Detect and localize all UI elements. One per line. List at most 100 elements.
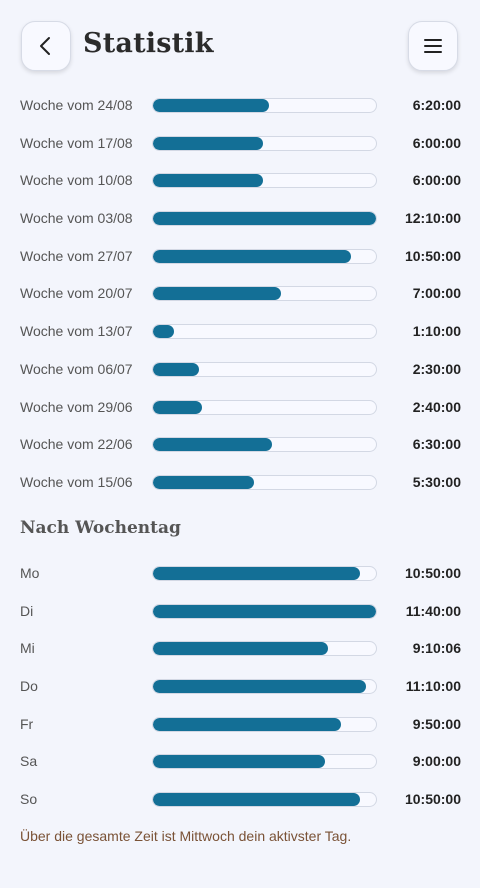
week-row: Woche vom 20/07 7:00:00 [0,275,480,313]
row-duration: 1:10:00 [412,323,461,340]
row-duration: 9:10:06 [412,640,461,657]
hamburger-menu-icon [424,39,442,53]
week-row: Woche vom 13/07 1:10:00 [0,313,480,351]
progress-fill [153,362,199,376]
week-row: Woche vom 15/06 5:30:00 [0,464,480,502]
progress-bar [152,474,377,490]
row-duration: 6:30:00 [412,436,461,453]
section-title-weekday: Nach Wochentag [20,518,181,538]
row-duration: 2:30:00 [412,360,461,377]
progress-fill [153,438,273,452]
app-header: Statistik [0,0,480,96]
progress-fill [153,99,269,112]
progress-fill [153,249,352,263]
progress-bar [152,173,377,189]
progress-fill [153,475,254,489]
week-row: Woche vom 03/08 12:10:00 [0,200,480,238]
weekly-stats-list: Woche vom 24/08 6:20:00 Woche vom 17/08 6:0… [0,87,480,502]
row-duration: 11:40:00 [405,602,461,619]
row-duration: 11:10:00 [405,678,461,695]
progress-fill [153,642,329,656]
progress-fill [153,212,376,226]
row-duration: 5:30:00 [412,473,461,490]
progress-fill [153,136,263,150]
weekday-row: Fr 9:50:00 [0,706,480,744]
row-duration: 10:50:00 [404,791,461,808]
progress-fill [153,400,202,414]
week-row: Woche vom 10/08 6:00:00 [0,162,480,200]
week-row: Woche vom 29/06 2:40:00 [0,389,480,427]
progress-bar [152,641,377,657]
progress-fill [153,174,263,188]
weekday-stats-list: Mo 10:50:00 Di 11:40:00 Mi 9:10:06 Do 11:10:00 F… [0,555,480,819]
progress-bar [152,135,377,151]
row-label: So [20,791,38,808]
row-label: Woche vom 29/06 [20,398,133,415]
back-button[interactable] [21,21,71,71]
row-duration: 9:00:00 [412,753,461,770]
progress-bar [152,324,377,340]
row-label: Woche vom 27/07 [20,247,133,264]
row-label: Woche vom 24/08 [20,97,133,113]
chevron-left-icon [40,37,50,55]
progress-bar [152,399,377,415]
weekday-row: Mo 10:50:00 [0,555,480,593]
row-label: Woche vom 22/06 [20,436,133,453]
weekday-row: Sa 9:00:00 [0,743,480,781]
progress-fill [153,755,325,769]
progress-bar [152,437,377,453]
menu-button[interactable] [408,21,458,71]
row-label: Mo [20,565,40,581]
summary-note: Über die gesamte Zeit ist Mittwoch dein … [20,828,352,844]
row-label: Do [20,678,38,695]
progress-bar [152,286,377,302]
row-label: Mi [20,640,35,657]
row-duration: 6:00:00 [412,172,461,189]
progress-fill [153,325,175,339]
progress-fill [153,567,361,580]
progress-fill [153,717,341,731]
progress-fill [153,680,367,694]
row-label: Woche vom 06/07 [20,360,133,377]
row-duration: 10:50:00 [404,247,461,264]
progress-bar [152,566,377,581]
week-row: Woche vom 27/07 10:50:00 [0,238,480,276]
row-label: Woche vom 20/07 [20,285,133,302]
progress-bar [152,603,377,619]
page-title: Statistik [83,28,214,59]
row-label: Di [20,602,34,619]
week-row: Woche vom 17/08 6:00:00 [0,125,480,163]
row-duration: 6:20:00 [412,97,461,113]
progress-bar [152,211,377,227]
row-duration: 10:50:00 [404,565,461,581]
row-label: Sa [20,753,38,770]
progress-fill [153,604,376,618]
row-label: Woche vom 15/06 [20,473,133,490]
progress-bar [152,248,377,264]
weekday-row: Di 11:40:00 [0,593,480,631]
row-label: Woche vom 17/08 [20,134,133,151]
row-label: Woche vom 03/08 [20,210,133,227]
progress-bar [152,679,377,695]
row-duration: 9:50:00 [412,715,461,732]
row-duration: 6:00:00 [412,134,461,151]
weekday-row: So 10:50:00 [0,781,480,819]
row-duration: 12:10:00 [404,210,461,227]
row-label: Woche vom 13/07 [20,323,133,340]
weekday-row: Mi 9:10:06 [0,630,480,668]
progress-bar [152,792,377,808]
progress-fill [153,793,361,807]
row-label: Woche vom 10/08 [20,172,133,189]
week-row: Woche vom 22/06 6:30:00 [0,426,480,464]
row-duration: 2:40:00 [412,398,461,415]
progress-bar [152,361,377,377]
week-row: Woche vom 24/08 6:20:00 [0,87,480,125]
week-row: Woche vom 06/07 2:30:00 [0,351,480,389]
progress-bar [152,754,377,770]
row-label: Fr [20,715,34,732]
progress-bar [152,716,377,732]
progress-fill [153,287,282,301]
weekday-row: Do 11:10:00 [0,668,480,706]
progress-bar [152,98,377,113]
row-duration: 7:00:00 [412,285,461,302]
